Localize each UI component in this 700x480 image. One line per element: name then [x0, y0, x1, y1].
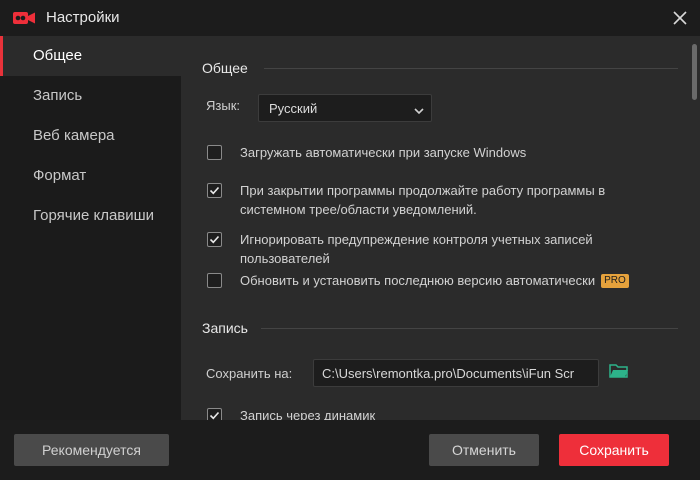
- save-path-input[interactable]: C:\Users\remontka.pro\Documents\iFun Scr: [313, 359, 599, 387]
- language-value: Русский: [269, 101, 318, 116]
- section-divider: [264, 68, 678, 69]
- folder-icon[interactable]: [609, 362, 629, 380]
- autostart-checkbox[interactable]: [207, 145, 222, 160]
- section-title-record: Запись: [202, 320, 248, 336]
- checkmark-icon: [209, 411, 220, 420]
- footer-bar: Рекомендуется Отменить Сохранить: [0, 420, 700, 480]
- scrollbar-thumb[interactable]: [692, 44, 697, 100]
- pro-badge: PRO: [601, 274, 629, 288]
- auto-update-checkbox[interactable]: [207, 273, 222, 288]
- tray-checkbox[interactable]: [207, 183, 222, 198]
- section-divider: [261, 328, 678, 329]
- sidebar-item-general[interactable]: Общее: [0, 36, 181, 76]
- sidebar-item-label: Общее: [33, 47, 83, 64]
- sidebar-item-hotkeys[interactable]: Горячие клавиши: [0, 196, 181, 236]
- option-label: Загружать автоматически при запуске Wind…: [240, 145, 527, 160]
- active-indicator: [0, 36, 3, 76]
- save-button[interactable]: Сохранить: [559, 434, 669, 466]
- settings-content: Общее Язык: Русский Загружать автоматиче…: [181, 36, 700, 420]
- sidebar-item-format[interactable]: Формат: [0, 156, 181, 196]
- chevron-down-icon: [413, 103, 425, 115]
- option-label: Запись через динамик: [240, 408, 376, 420]
- sidebar-item-label: Веб камера: [33, 127, 115, 144]
- option-label: Игнорировать предупреждение контроля уче…: [240, 232, 593, 266]
- save-path-value: C:\Users\remontka.pro\Documents\iFun Scr: [322, 366, 575, 381]
- section-title-general: Общее: [202, 60, 248, 76]
- checkmark-icon: [209, 186, 220, 195]
- uac-checkbox[interactable]: [207, 232, 222, 247]
- checkmark-icon: [209, 235, 220, 244]
- language-label: Язык:: [206, 98, 240, 113]
- sidebar-item-webcam[interactable]: Веб камера: [0, 116, 181, 156]
- window-title: Настройки: [46, 9, 120, 26]
- option-label: При закрытии программы продолжайте работ…: [240, 183, 606, 217]
- save-path-label: Сохранить на:: [206, 366, 293, 381]
- sidebar: Общее Запись Веб камера Формат Горячие к…: [0, 36, 181, 420]
- close-icon[interactable]: [668, 6, 692, 30]
- sidebar-item-label: Запись: [33, 87, 83, 104]
- language-select[interactable]: Русский: [258, 94, 432, 122]
- option-label-row: Обновить и установить последнюю версию а…: [240, 271, 670, 290]
- title-bar: Настройки: [0, 0, 700, 36]
- speaker-checkbox[interactable]: [207, 408, 222, 420]
- video-camera-icon: [12, 9, 36, 27]
- sidebar-item-label: Формат: [33, 167, 87, 184]
- sidebar-item-label: Горячие клавиши: [33, 207, 155, 224]
- sidebar-item-record[interactable]: Запись: [0, 76, 181, 116]
- option-label: Обновить и установить последнюю версию а…: [240, 273, 596, 288]
- recommended-button[interactable]: Рекомендуется: [14, 434, 169, 466]
- settings-window: Настройки Общее Запись Веб камера Формат…: [0, 0, 700, 480]
- cancel-button[interactable]: Отменить: [429, 434, 539, 466]
